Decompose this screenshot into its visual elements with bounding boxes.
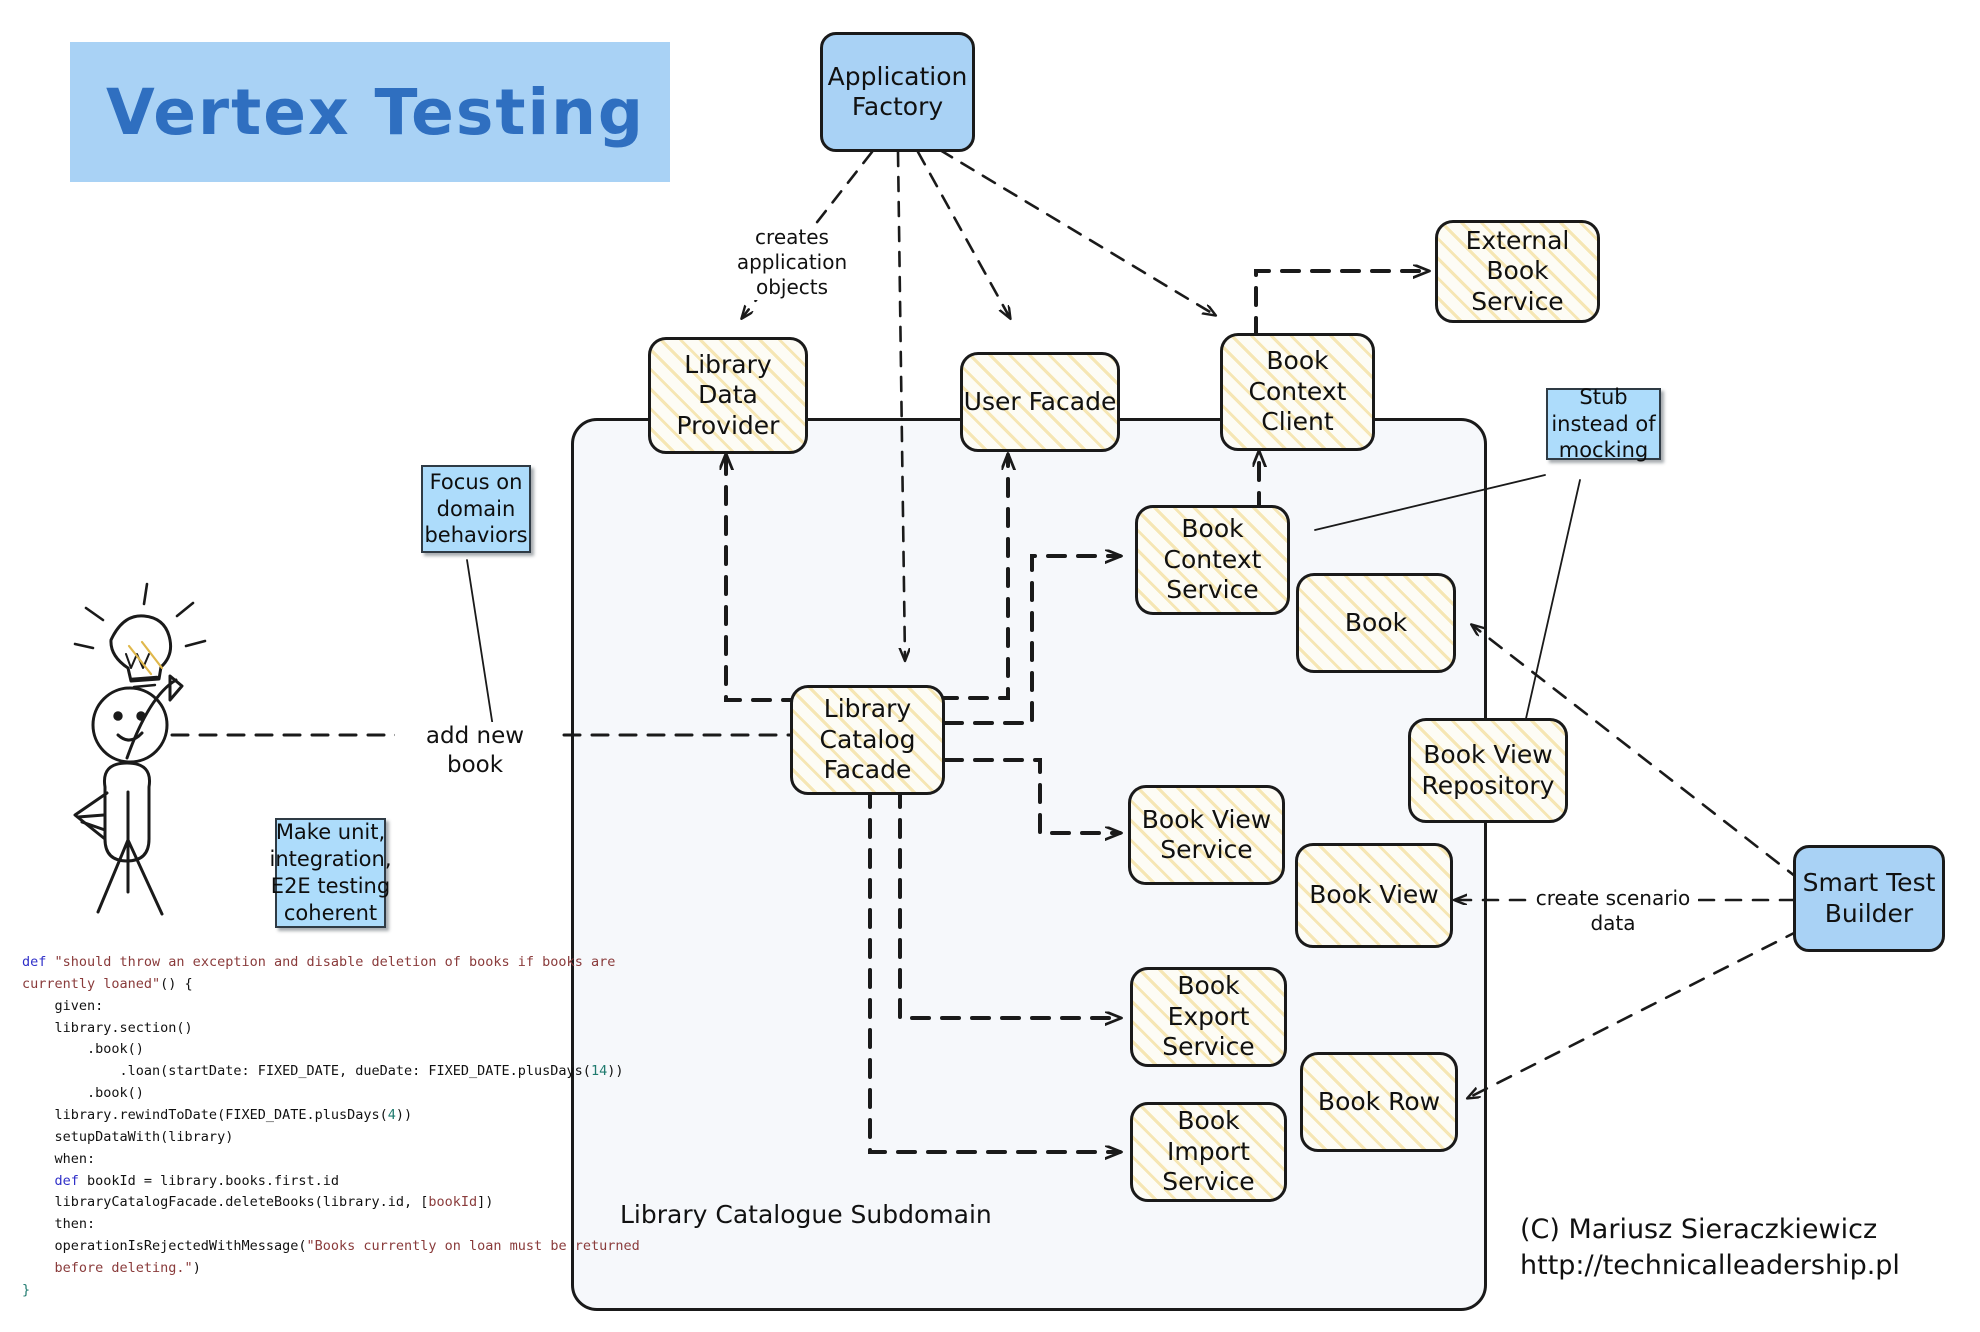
title-band: Vertex Testing (70, 42, 670, 182)
edge-catalog-facade-to-book-view-service (943, 758, 1120, 833)
node-label: Book Import Service (1162, 1106, 1255, 1197)
edge-smart-test-builder-to-book-row (1468, 928, 1802, 1098)
node-label: User Facade (963, 386, 1117, 416)
leader-stub-note (1314, 474, 1546, 531)
code-line: .book() (22, 1085, 144, 1102)
node-label: Book View Repository (1421, 740, 1555, 800)
code-line: } (22, 1281, 31, 1298)
node-label: Book Export Service (1162, 971, 1255, 1062)
credit-author: (C) Mariusz Sieraczkiewicz (1520, 1214, 1878, 1245)
page-title: Vertex Testing (106, 75, 646, 149)
node-book-context-client[interactable]: Book Context Client (1220, 333, 1375, 451)
node-book-row[interactable]: Book Row (1300, 1052, 1458, 1152)
node-book[interactable]: Book (1296, 573, 1456, 673)
edge-catalog-facade-to-book-import-service (868, 788, 1120, 1152)
code-line: def "should throw an exception and disab… (22, 954, 616, 970)
note-make-testing-coherent: Make unit, integration, E2E testing cohe… (269, 818, 392, 928)
code-line: libraryCatalogFacade.deleteBooks(library… (22, 1194, 494, 1211)
note-text: Focus on domain behaviors (424, 469, 528, 548)
node-label: Book Context Service (1163, 514, 1262, 605)
note-text: Make unit, integration, E2E testing cohe… (269, 820, 392, 925)
note-focus-on-domain-behaviors: Focus on domain behaviors (421, 465, 531, 553)
edge-catalog-facade-to-book-export-service (898, 788, 1120, 1018)
code-line: before deleting.") (22, 1260, 201, 1277)
note-stub-instead-of-mocking: Stub instead of mocking (1546, 385, 1661, 462)
edge-factory-to-book-context-client (938, 148, 1215, 315)
code-line: .loan(startDate: FIXED_DATE, dueDate: FI… (22, 1063, 624, 1080)
node-book-context-service[interactable]: Book Context Service (1135, 505, 1290, 615)
node-label: Book Context Client (1248, 346, 1347, 437)
subdomain-label: Library Catalogue Subdomain (620, 1200, 992, 1229)
code-line: then: (22, 1216, 96, 1233)
edge-label-create-scenario-data: create scenario data (1528, 886, 1698, 936)
code-line: when: (22, 1150, 96, 1167)
node-label: Book (1344, 607, 1408, 637)
code-line: operationIsRejectedWithMessage("Books cu… (22, 1238, 640, 1255)
node-library-catalog-facade[interactable]: Library Catalog Facade (790, 685, 945, 795)
code-line: library.rewindToDate(FIXED_DATE.plusDays… (22, 1107, 413, 1124)
node-book-view-repository[interactable]: Book View Repository (1408, 718, 1568, 823)
code-line: .book() (22, 1041, 144, 1058)
edge-catalog-facade-to-user-facade (878, 455, 1008, 700)
code-line: currently loaned"() { (22, 975, 193, 992)
leader-stub-note-2 (1519, 479, 1581, 746)
node-label: Application Factory (827, 61, 968, 122)
node-label: Book View (1309, 880, 1439, 910)
node-smart-test-builder[interactable]: Smart Test Builder (1793, 845, 1945, 952)
node-user-facade[interactable]: User Facade (960, 352, 1120, 452)
node-application-factory[interactable]: Application Factory (820, 32, 975, 152)
node-external-book-service[interactable]: External Book Service (1435, 220, 1600, 323)
edge-book-context-client-to-external-book-service (1254, 271, 1428, 337)
edge-catalog-facade-to-library-data-provider (726, 455, 862, 702)
edge-label-creates-application-objects: creates application objects (712, 225, 872, 300)
code-sample: def "should throw an exception and disab… (22, 952, 640, 1302)
code-line: def bookId = library.books.first.id (22, 1172, 340, 1189)
node-book-import-service[interactable]: Book Import Service (1130, 1102, 1287, 1202)
node-label: External Book Service (1465, 225, 1570, 316)
node-label: Book View Service (1141, 804, 1272, 865)
node-library-data-provider[interactable]: Library Data Provider (648, 337, 808, 454)
credit-block: (C) Mariusz Sieraczkiewicz http://techni… (1520, 1212, 1900, 1285)
node-book-view-service[interactable]: Book View Service (1128, 785, 1285, 885)
credit-url[interactable]: http://technicalleadership.pl (1520, 1248, 1900, 1284)
node-book-export-service[interactable]: Book Export Service (1130, 967, 1287, 1067)
note-text: Stub instead of mocking (1551, 384, 1656, 463)
code-line: setupDataWith(library) (22, 1128, 234, 1145)
node-label: Book Row (1317, 1086, 1441, 1116)
node-label: Library Catalog Facade (819, 694, 916, 785)
node-label: Library Data Provider (676, 349, 780, 440)
node-label: Smart Test Builder (1802, 868, 1936, 928)
diagram-canvas: Vertex Testing Application Factory Libra… (0, 0, 1980, 1332)
edge-label-add-new-book: add new book (395, 722, 555, 780)
edge-factory-to-user-facade (916, 150, 1010, 318)
node-book-view[interactable]: Book View (1295, 843, 1453, 948)
code-line: library.section() (22, 1019, 193, 1036)
edge-factory-to-catalog-facade (896, 150, 905, 660)
leader-focus-note (466, 559, 496, 741)
code-line: given: (22, 997, 104, 1014)
